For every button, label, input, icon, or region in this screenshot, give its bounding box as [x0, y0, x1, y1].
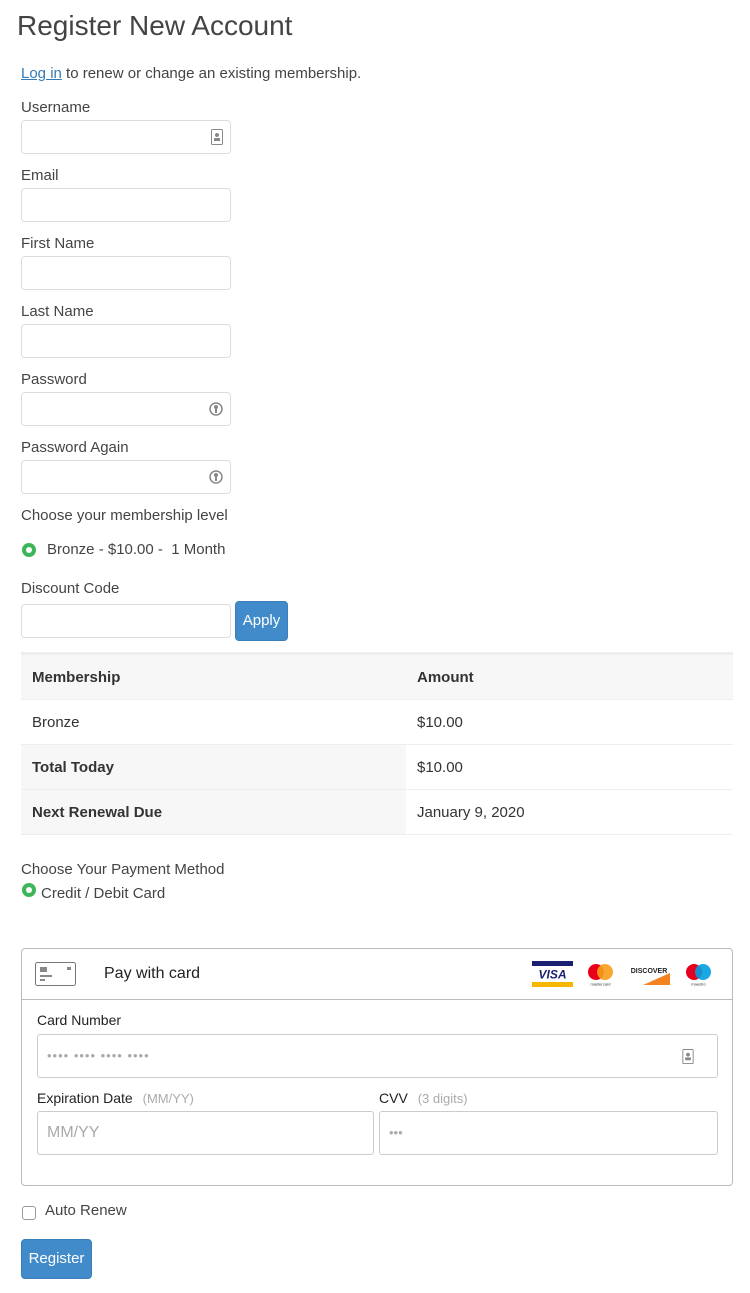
expiration-date-label-text: Expiration Date — [37, 1090, 133, 1106]
password-input[interactable] — [21, 392, 231, 426]
discover-icon: DISCOVER — [629, 961, 670, 987]
cvv-input[interactable]: ••• — [379, 1111, 718, 1155]
discover-logo-text: DISCOVER — [631, 968, 668, 975]
password-again-input[interactable] — [21, 460, 231, 494]
discount-code-label: Discount Code — [21, 580, 120, 597]
password-label: Password — [21, 371, 87, 388]
mastercard-icon: mastercard — [588, 964, 613, 987]
card-number-label: Card Number — [37, 1012, 122, 1028]
expiration-date-label: Expiration Date (MM/YY) — [37, 1090, 194, 1106]
credit-card-icon — [35, 962, 76, 986]
expiration-date-input[interactable]: MM/YY — [37, 1111, 374, 1155]
card-number-placeholder: •••• •••• •••• •••• — [47, 1048, 150, 1063]
table-header-membership: Membership — [21, 653, 406, 700]
cvv-label: CVV (3 digits) — [379, 1090, 468, 1106]
password-key-icon — [209, 470, 223, 484]
table-cell: $10.00 — [406, 744, 733, 790]
username-input[interactable] — [21, 120, 231, 154]
payment-method-option-label: Credit / Debit Card — [41, 885, 166, 902]
payment-method-heading: Choose Your Payment Method — [21, 861, 225, 878]
auto-renew-label: Auto Renew — [45, 1202, 127, 1219]
card-payment-panel: Pay with card VISA mastercard DISCOVER m… — [21, 948, 733, 1186]
last-name-input[interactable] — [21, 324, 231, 358]
username-label: Username — [21, 99, 91, 116]
membership-summary-table: Membership Amount Bronze $10.00 Total To… — [21, 652, 733, 835]
login-notice-text: to renew or change an existing membershi… — [61, 65, 362, 82]
password-again-label: Password Again — [21, 439, 129, 456]
contact-card-icon — [682, 1049, 694, 1064]
table-cell: Next Renewal Due — [21, 789, 406, 835]
table-row: Next Renewal Due January 9, 2020 — [21, 789, 733, 835]
table-row: Bronze $10.00 — [21, 699, 733, 745]
table-header-amount: Amount — [406, 653, 733, 700]
expiration-date-hint: (MM/YY) — [142, 1091, 194, 1106]
maestro-icon: maestro — [686, 964, 711, 987]
membership-option-label: Bronze - $10.00 - 1 Month — [47, 541, 226, 558]
payment-method-radio[interactable] — [22, 883, 36, 897]
visa-logo-text: VISA — [538, 968, 566, 982]
email-input[interactable] — [21, 188, 231, 222]
table-cell: January 9, 2020 — [406, 789, 733, 835]
register-button[interactable]: Register — [21, 1239, 92, 1279]
login-notice: Log in to renew or change an existing me… — [21, 65, 361, 82]
password-key-icon — [209, 402, 223, 416]
login-link[interactable]: Log in — [21, 65, 62, 82]
card-panel-title: Pay with card — [104, 965, 201, 982]
page-title: Register New Account — [17, 10, 293, 41]
table-row: Total Today $10.00 — [21, 744, 733, 790]
table-cell: $10.00 — [406, 699, 733, 745]
email-label: Email — [21, 167, 59, 184]
table-header-row: Membership Amount — [21, 653, 733, 700]
table-cell: Bronze — [21, 699, 406, 745]
first-name-label: First Name — [21, 235, 95, 252]
cvv-label-text: CVV — [379, 1090, 408, 1106]
discount-code-input[interactable] — [21, 604, 231, 638]
cvv-placeholder: ••• — [389, 1125, 403, 1140]
first-name-input[interactable] — [21, 256, 231, 290]
card-number-input[interactable]: •••• •••• •••• •••• — [37, 1034, 718, 1078]
card-panel-header: Pay with card VISA mastercard DISCOVER m… — [22, 949, 732, 1000]
apply-button[interactable]: Apply — [235, 601, 288, 641]
expiration-date-placeholder: MM/YY — [47, 1124, 100, 1141]
mastercard-logo-text: mastercard — [590, 982, 610, 987]
table-cell: Total Today — [21, 744, 406, 790]
cvv-hint: (3 digits) — [417, 1091, 468, 1106]
membership-radio[interactable] — [22, 543, 36, 557]
contact-card-icon — [211, 129, 223, 145]
last-name-label: Last Name — [21, 303, 94, 320]
auto-renew-checkbox[interactable] — [22, 1206, 36, 1220]
membership-level-heading: Choose your membership level — [21, 507, 228, 524]
maestro-logo-text: maestro — [691, 982, 706, 987]
visa-icon: VISA — [532, 961, 573, 987]
